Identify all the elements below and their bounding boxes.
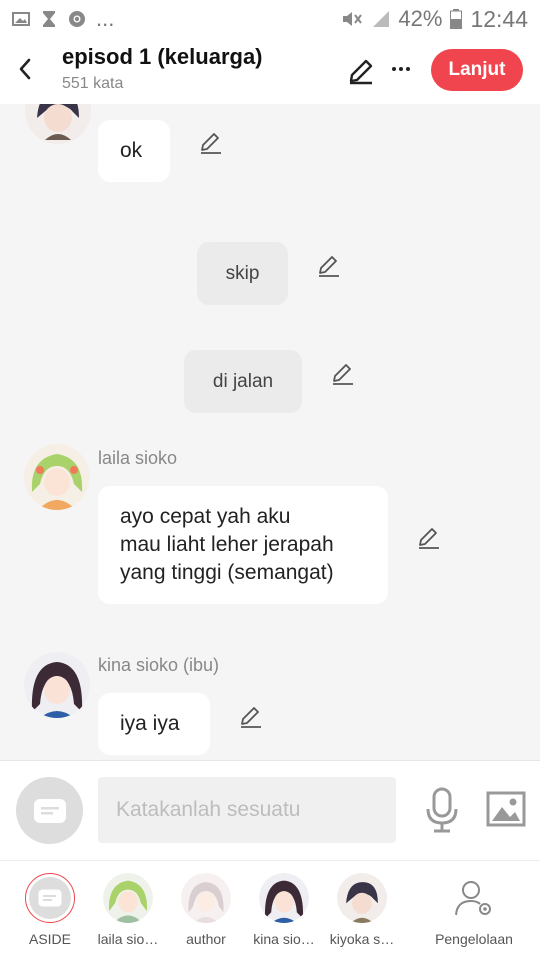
character-name: laila sioko [98,448,178,468]
message-text: ok [120,139,143,162]
narration-text: di jalan [212,370,274,392]
image-icon [12,12,30,26]
image-upload-icon[interactable] [486,791,526,827]
microphone-icon[interactable] [424,787,460,833]
character-tab-bar: ASIDE laila sio… author kina sio… kiyoka… [0,860,540,960]
narration-bubble[interactable]: skip [197,242,288,305]
tab-laila[interactable]: laila sio… [86,869,170,947]
battery-icon [450,9,463,29]
avatar-laila[interactable] [24,444,90,510]
message-line: mau liaht leher jerapah [120,533,334,556]
back-button[interactable] [10,52,40,86]
tab-label: ASIDE [28,931,71,947]
mute-icon [343,12,363,26]
message-bubble[interactable]: ok [98,120,170,182]
avatar[interactable] [25,104,91,144]
avatar [181,873,231,923]
speech-bubble-icon [33,798,66,823]
next-button[interactable]: Lanjut [431,49,523,91]
tab-kiyoka[interactable]: kiyoka s… [320,869,404,947]
hourglass-icon [43,11,55,27]
more-options-button[interactable] [388,56,414,82]
edit-icon[interactable] [416,525,442,551]
tab-aside[interactable]: ASIDE [8,869,92,947]
avatar [103,873,153,923]
avatar-kina[interactable] [24,652,90,718]
tab-kina[interactable]: kina sio… [242,869,326,947]
edit-pen-icon[interactable] [346,56,376,86]
message-line: yang tinggi (semangat) [120,561,334,584]
speech-bubble-icon [38,889,62,907]
tab-label: Pengelolaan [435,931,513,947]
chrome-icon [69,11,85,27]
input-bar: Katakanlah sesuatu [0,760,540,860]
tab-label: author [186,931,226,947]
message-input[interactable]: Katakanlah sesuatu [98,777,396,843]
tab-author[interactable]: author [164,869,248,947]
tab-label: laila sio… [97,931,159,947]
app-bar: episod 1 (keluarga) 551 kata Lanjut [0,38,540,104]
narration-text: skip [225,262,260,284]
avatar [337,873,387,923]
edit-icon[interactable] [316,253,342,279]
chat-area[interactable]: ok skip di jalan laila sioko ayo cepat y… [0,104,540,760]
signal-icon [373,11,390,27]
edit-icon[interactable] [330,361,356,387]
aside-toggle-button[interactable] [16,777,83,844]
message-text: iya iya [120,712,180,735]
narration-bubble[interactable]: di jalan [184,350,302,413]
message-bubble[interactable]: ayo cepat yah aku mau liaht leher jerapa… [98,486,388,604]
edit-icon[interactable] [238,704,264,730]
aside-avatar [25,873,75,923]
tab-management[interactable]: Pengelolaan [426,869,522,947]
tab-label: kiyoka s… [329,931,395,947]
user-settings-icon [449,873,499,923]
chevron-left-icon [19,58,31,80]
status-ellipsis: ... [96,6,115,31]
message-line: ayo cepat yah aku [120,505,291,528]
episode-title: episod 1 (keluarga) [62,44,263,69]
avatar [259,873,309,923]
clock: 12:44 [470,5,528,32]
battery-percent: 42% [398,6,443,31]
edit-icon[interactable] [198,130,224,156]
character-name: kina sioko (ibu) [98,655,220,675]
word-count: 551 kata [62,75,124,92]
message-bubble[interactable]: iya iya [98,693,210,755]
tab-label: kina sio… [253,931,315,947]
title-block: episod 1 (keluarga) 551 kata [62,44,263,93]
status-bar: ... 42% 12:44 [0,0,540,38]
